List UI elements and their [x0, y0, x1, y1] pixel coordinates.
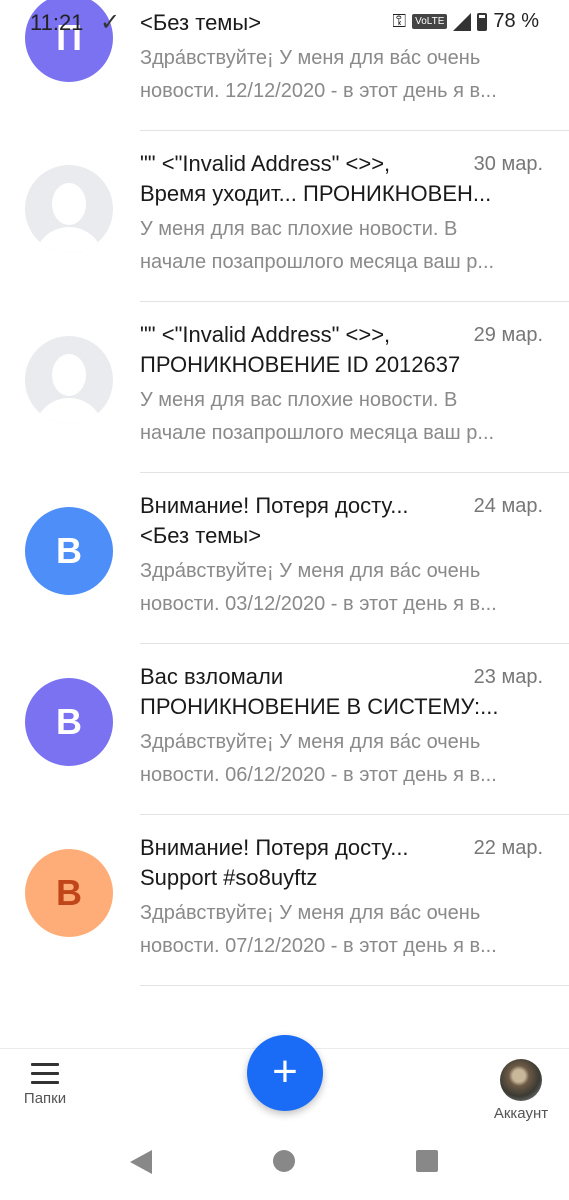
preview-line: начале позапрошлого месяца ваш р... [140, 251, 495, 273]
volte-icon: VoLTE [412, 14, 448, 29]
recents-icon[interactable] [416, 1150, 438, 1172]
mail-preview: У меня для вас плохие новости. В начале п… [140, 213, 544, 279]
mail-sender: Внимание! Потеря досту... [140, 493, 409, 518]
home-icon[interactable] [273, 1150, 295, 1172]
key-icon: ⚿ [392, 11, 407, 31]
preview-line: новости. 12/12/2020 - в этот день я в... [140, 80, 497, 102]
mail-subject: ПРОНИКНОВЕНИЕ ID 2012637 [140, 352, 461, 377]
sender-avatar [25, 336, 113, 424]
account-button[interactable]: Аккаунт [489, 1059, 553, 1122]
preview-line: начале позапрошлого месяца ваш р... [140, 422, 495, 444]
mail-list: П <Без темы> Здра́вствуйте¡ У меня для ва́… [0, 0, 569, 986]
preview-line: Здра́вствуйте¡ У меня для ва́с очень [140, 560, 481, 582]
mail-date: 23 мар. [473, 666, 543, 688]
mail-sender: Вас взломали [140, 664, 284, 689]
battery-percent: 78 % [493, 10, 539, 32]
mail-preview: У меня для вас плохие новости. В начале п… [140, 384, 544, 450]
preview-line: Здра́вствуйте¡ У меня для ва́с очень [140, 902, 481, 924]
account-avatar [500, 1059, 542, 1101]
mail-date: 30 мар. [473, 153, 543, 175]
divider [140, 985, 569, 986]
mail-subject: <Без темы> [140, 523, 262, 548]
folders-button[interactable]: Папки [18, 1063, 72, 1107]
mail-sender: "" <"Invalid Address" <>>, [140, 151, 391, 176]
folders-label: Папки [23, 1090, 67, 1107]
mail-preview: Здра́вствуйте¡ У меня для ва́с очень ново… [140, 555, 544, 621]
compose-button[interactable]: + [247, 1035, 323, 1111]
status-time: 11:21 [30, 10, 84, 35]
mail-date: 24 мар. [473, 495, 543, 517]
status-bar: 11:21 ✓ ⚿ VoLTE 78 % [0, 0, 569, 48]
mail-sender: Внимание! Потеря досту... [140, 835, 409, 860]
back-icon[interactable] [130, 1150, 152, 1174]
sender-avatar [25, 165, 113, 253]
check-icon: ✓ [100, 9, 121, 36]
signal-icon [453, 12, 472, 31]
sender-avatar: В [25, 678, 113, 766]
mail-date: 29 мар. [473, 324, 543, 346]
mail-date: 22 мар. [473, 837, 543, 859]
account-label: Аккаунт [493, 1105, 549, 1122]
mail-preview: Здра́вствуйте¡ У меня для ва́с очень ново… [140, 726, 544, 792]
battery-icon [477, 12, 488, 31]
mail-subject: Время уходит... ПРОНИКНОВЕН... [140, 181, 492, 206]
preview-line: новости. 07/12/2020 - в этот день я в... [140, 935, 497, 957]
mail-item[interactable]: В Вас взломали 23 мар. ПРОНИКНОВЕНИЕ В СИСТ… [0, 644, 569, 815]
preview-line: новости. 03/12/2020 - в этот день я в... [140, 593, 497, 615]
preview-line: У меня для вас плохие новости. В [140, 389, 458, 411]
mail-item[interactable]: "" <"Invalid Address" <>>, 29 мар. ПРОНИКН… [0, 302, 569, 473]
mail-preview: Здра́вствуйте¡ У меня для ва́с очень ново… [140, 897, 544, 963]
mail-subject: ПРОНИКНОВЕНИЕ В СИСТЕМУ:... [140, 694, 499, 719]
mail-item[interactable]: В Внимание! Потеря досту... 22 мар. Support… [0, 815, 569, 986]
sender-avatar: В [25, 507, 113, 595]
preview-line: новости. 06/12/2020 - в этот день я в... [140, 764, 497, 786]
mail-preview: Здра́вствуйте¡ У меня для ва́с очень ново… [140, 42, 544, 108]
preview-line: Здра́вствуйте¡ У меня для ва́с очень [140, 731, 481, 753]
status-indicators: ⚿ VoLTE 78 % [392, 10, 539, 33]
mail-item[interactable]: "" <"Invalid Address" <>>, 30 мар. Время у… [0, 131, 569, 302]
sender-avatar: В [25, 849, 113, 937]
mail-sender: "" <"Invalid Address" <>>, [140, 322, 391, 347]
mail-subject: Support #so8uyftz [140, 865, 318, 890]
menu-icon [31, 1063, 59, 1084]
mail-item[interactable]: В Внимание! Потеря досту... 24 мар. <Без те… [0, 473, 569, 644]
system-navigation [0, 1136, 569, 1200]
preview-line: У меня для вас плохие новости. В [140, 218, 458, 240]
